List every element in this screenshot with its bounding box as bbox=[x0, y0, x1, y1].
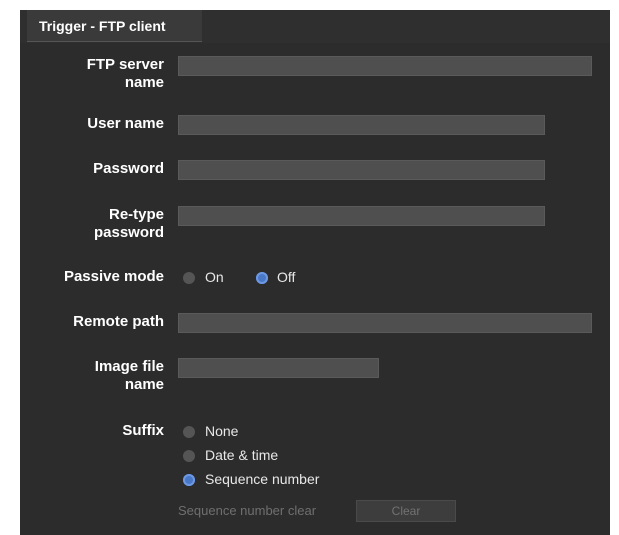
suffix-date-time-label[interactable]: Date & time bbox=[205, 447, 278, 463]
sequence-number-clear-label: Sequence number clear bbox=[178, 503, 317, 518]
password-label: Password bbox=[93, 160, 164, 177]
clear-button[interactable]: Clear bbox=[356, 500, 456, 522]
suffix-date-time-radio[interactable] bbox=[183, 450, 195, 462]
remote-path-input[interactable] bbox=[178, 313, 592, 333]
passive-mode-on-label[interactable]: On bbox=[205, 269, 224, 285]
image-file-name-label-line1: Image file bbox=[94, 358, 164, 375]
suffix-none-radio[interactable] bbox=[183, 426, 195, 438]
suffix-none-label[interactable]: None bbox=[205, 423, 238, 439]
suffix-sequence-number-radio[interactable] bbox=[183, 474, 195, 486]
ftp-server-name-label: FTP server name bbox=[87, 56, 164, 92]
ftp-server-name-label-line1: FTP server bbox=[86, 56, 164, 73]
retype-password-input[interactable] bbox=[178, 206, 545, 226]
retype-password-label-line2: password bbox=[93, 224, 164, 241]
remote-path-label: Remote path bbox=[73, 313, 164, 330]
ftp-server-name-label-line2: name bbox=[124, 74, 164, 91]
retype-password-label-line1: Re-type bbox=[108, 206, 164, 223]
user-name-input[interactable] bbox=[178, 115, 545, 135]
image-file-name-input[interactable] bbox=[178, 358, 379, 378]
image-file-name-label: Image file name bbox=[95, 358, 164, 394]
passive-mode-on-radio[interactable] bbox=[183, 272, 195, 284]
password-input[interactable] bbox=[178, 160, 545, 180]
passive-mode-off-label[interactable]: Off bbox=[277, 269, 295, 285]
retype-password-label: Re-type password bbox=[94, 206, 164, 242]
suffix-sequence-number-label[interactable]: Sequence number bbox=[205, 471, 319, 487]
tab-trigger-ftp-client[interactable]: Trigger - FTP client bbox=[27, 10, 202, 42]
passive-mode-label: Passive mode bbox=[63, 268, 164, 285]
ftp-server-name-input[interactable] bbox=[178, 56, 592, 76]
suffix-label: Suffix bbox=[122, 422, 164, 439]
passive-mode-off-radio[interactable] bbox=[256, 272, 268, 284]
image-file-name-label-line2: name bbox=[124, 376, 164, 393]
user-name-label: User name bbox=[87, 115, 164, 132]
